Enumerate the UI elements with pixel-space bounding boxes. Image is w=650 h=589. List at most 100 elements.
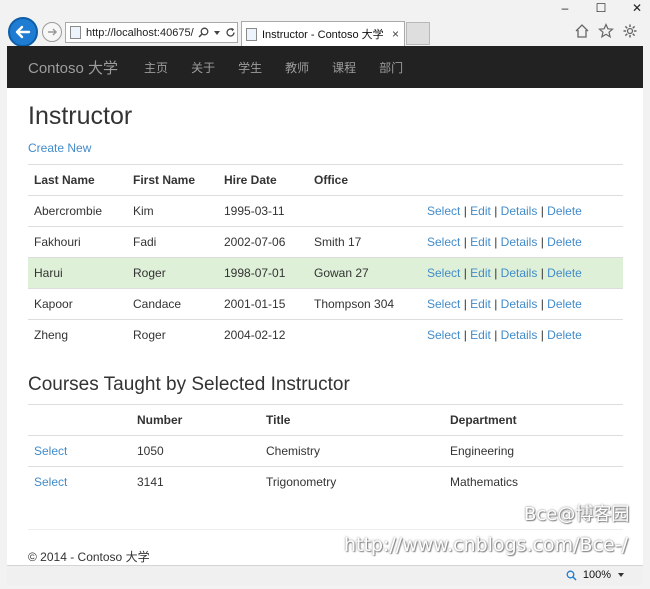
nav-link-departments[interactable]: 部门: [379, 59, 403, 76]
cell-actions: Select | Edit | Details | Delete: [421, 195, 623, 227]
cell-title: Chemistry: [260, 434, 444, 466]
nav-link-courses[interactable]: 课程: [332, 59, 356, 76]
select-link[interactable]: Select: [427, 297, 460, 311]
select-link[interactable]: Select: [427, 204, 460, 218]
cell-number: 1050: [131, 434, 260, 466]
delete-link[interactable]: Delete: [547, 204, 582, 218]
cell-actions: Select | Edit | Details | Delete: [421, 319, 623, 351]
separator: |: [494, 266, 498, 280]
back-button[interactable]: [8, 17, 38, 47]
details-link[interactable]: Details: [501, 235, 538, 249]
details-link[interactable]: Details: [501, 204, 538, 218]
table-row: Abercrombie Kim 1995-03-11 Select | Edit…: [28, 195, 623, 227]
nav-link-home[interactable]: 主页: [144, 59, 168, 76]
window-controls: – ☐ ✕: [558, 2, 644, 14]
select-course-link[interactable]: Select: [34, 444, 67, 458]
separator: |: [463, 235, 467, 249]
instructors-header-row: Last Name First Name Hire Date Office: [28, 164, 623, 196]
details-link[interactable]: Details: [501, 266, 538, 280]
page-icon: [70, 26, 81, 39]
delete-link[interactable]: Delete: [547, 235, 582, 249]
separator: |: [540, 328, 544, 343]
cell-department: Mathematics: [444, 465, 623, 497]
select-link[interactable]: Select: [427, 266, 460, 280]
page-title: Instructor: [28, 102, 133, 130]
favorites-star-icon[interactable]: [598, 23, 614, 39]
search-icon[interactable]: [198, 27, 209, 38]
cell-first-name: Fadi: [127, 226, 218, 258]
separator: |: [463, 204, 467, 218]
zoom-dropdown-icon[interactable]: [617, 572, 625, 578]
settings-gear-icon[interactable]: [622, 23, 638, 39]
separator: |: [494, 328, 498, 343]
cell-hire-date: 2004-02-12: [218, 319, 308, 351]
edit-link[interactable]: Edit: [470, 204, 491, 218]
delete-link[interactable]: Delete: [547, 266, 582, 280]
maximize-button[interactable]: ☐: [594, 2, 608, 14]
watermark-line-1: Bce@博客园: [524, 504, 630, 525]
separator: |: [463, 266, 467, 280]
col-header-first-name: First Name: [127, 164, 218, 196]
create-new-link[interactable]: Create New: [28, 141, 623, 155]
tab-close-icon[interactable]: ×: [392, 27, 399, 41]
delete-link[interactable]: Delete: [547, 297, 582, 311]
footer-divider: [28, 529, 623, 530]
new-tab-button[interactable]: [406, 22, 430, 45]
tab-page-icon: [246, 27, 257, 41]
courses-table: Number Title Department Select 1050 Chem…: [28, 403, 623, 497]
col-header-action: [28, 403, 131, 436]
tab-title: Instructor - Contoso 大学: [262, 29, 384, 41]
zoom-level: 100%: [582, 569, 611, 581]
select-course-link[interactable]: Select: [34, 475, 67, 489]
cell-last-name: Harui: [28, 257, 127, 289]
home-icon[interactable]: [574, 23, 590, 39]
cell-hire-date: 2002-07-06: [218, 226, 308, 258]
col-header-actions: [421, 164, 623, 196]
col-header-last-name: Last Name: [28, 164, 127, 196]
col-header-office: Office: [308, 164, 421, 196]
col-header-hire-date: Hire Date: [218, 164, 308, 196]
navbar-brand[interactable]: Contoso 大学: [28, 57, 118, 78]
window-frame-left: [0, 46, 7, 589]
back-arrow-icon: [15, 25, 31, 39]
courses-header-row: Number Title Department: [28, 403, 623, 436]
select-link[interactable]: Select: [427, 328, 460, 342]
cell-actions: Select | Edit | Details | Delete: [421, 257, 623, 289]
delete-link[interactable]: Delete: [547, 328, 582, 342]
window-frame-bottom: [0, 585, 650, 589]
refresh-icon[interactable]: [225, 27, 236, 38]
window-frame-right: [643, 46, 650, 589]
cell-action: Select: [28, 465, 131, 497]
address-bar[interactable]: http://localhost:40675/: [65, 22, 238, 43]
table-row: Fakhouri Fadi 2002-07-06 Smith 17 Select…: [28, 226, 623, 258]
browser-tab[interactable]: Instructor - Contoso 大学 ×: [241, 21, 405, 46]
cell-actions: Select | Edit | Details | Delete: [421, 226, 623, 258]
courses-section-title: Courses Taught by Selected Instructor: [28, 373, 350, 395]
cell-last-name: Zheng: [28, 319, 127, 351]
cell-first-name: Kim: [127, 195, 218, 227]
browser-tools: [574, 23, 638, 39]
details-link[interactable]: Details: [501, 297, 538, 311]
zoom-control[interactable]: 100%: [566, 569, 625, 581]
table-row: Select 1050 Chemistry Engineering: [28, 434, 623, 466]
cell-hire-date: 1995-03-11: [218, 195, 308, 227]
dropdown-arrow-icon[interactable]: [213, 30, 221, 36]
nav-link-instructors[interactable]: 教师: [285, 59, 309, 76]
minimize-button[interactable]: –: [558, 2, 572, 14]
cell-first-name: Roger: [127, 257, 218, 289]
edit-link[interactable]: Edit: [470, 266, 491, 280]
zoom-icon: [566, 570, 577, 581]
edit-link[interactable]: Edit: [470, 297, 491, 311]
edit-link[interactable]: Edit: [470, 328, 491, 342]
nav-link-about[interactable]: 关于: [191, 59, 215, 76]
details-link[interactable]: Details: [501, 328, 538, 342]
cell-hire-date: 2001-01-15: [218, 288, 308, 320]
separator: |: [540, 266, 544, 280]
edit-link[interactable]: Edit: [470, 235, 491, 249]
select-link[interactable]: Select: [427, 235, 460, 249]
address-url[interactable]: http://localhost:40675/: [86, 27, 196, 39]
nav-link-students[interactable]: 学生: [238, 59, 262, 76]
close-window-button[interactable]: ✕: [630, 2, 644, 14]
status-bar: 100%: [7, 565, 643, 585]
forward-button[interactable]: [42, 22, 62, 42]
